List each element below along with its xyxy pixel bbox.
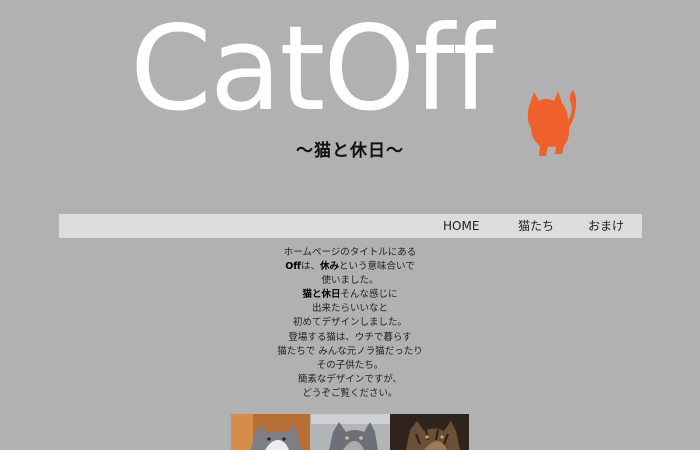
intro-line: 猫たちで みんな元ノラ猫だったり [277,345,423,357]
cat-image [231,414,310,450]
logo-text: CatOff [130,0,494,137]
cat-photo-strip [231,414,469,450]
holiday-emphasis: 休み [320,261,340,273]
site-subtitle: ～猫と休日～ [296,141,404,161]
intro-line: 出来たらいいなと [311,303,388,315]
intro-line: ホームページのタイトルにある [283,247,417,258]
intro-line: 登場する猫は、ウチで暮らす [288,331,412,343]
main-nav: HOME 猫たち おまけ [59,214,642,238]
off-emphasis: Off [285,261,302,273]
nav-extra-link[interactable]: おまけ [588,214,624,238]
cat-photo-tabby[interactable] [390,414,469,450]
intro-line: 使いました。 [321,275,379,287]
nav-home-link[interactable]: HOME [443,214,479,238]
intro-line: 猫と休日そんな感じに [302,289,398,301]
site-logo[interactable]: CatOff [130,0,590,156]
cat-image [310,414,390,450]
cat-photo-gray-white[interactable] [231,414,310,450]
intro-line: その子供たち。 [316,359,384,371]
intro-line: Offは、休みという意味合いで [285,261,415,273]
cat-photo-gray[interactable] [310,414,390,450]
intro-line: 簡素なデザインですが、 [297,373,403,385]
cat-holiday-emphasis: 猫と休日 [302,289,341,301]
cat-image [390,414,469,450]
nav-cats-link[interactable]: 猫たち [518,214,554,238]
page: CatOff ～猫と休日～ HOME 猫たち おまけ ホームページのタイトルにあ… [0,0,700,450]
intro-line: どうぞご覧ください。 [302,387,398,399]
intro-line: 初めてデザインしました。 [292,317,407,329]
intro-text: ホームページのタイトルにある Offは、休みという意味合いで 使いました。 猫と… [0,246,700,401]
